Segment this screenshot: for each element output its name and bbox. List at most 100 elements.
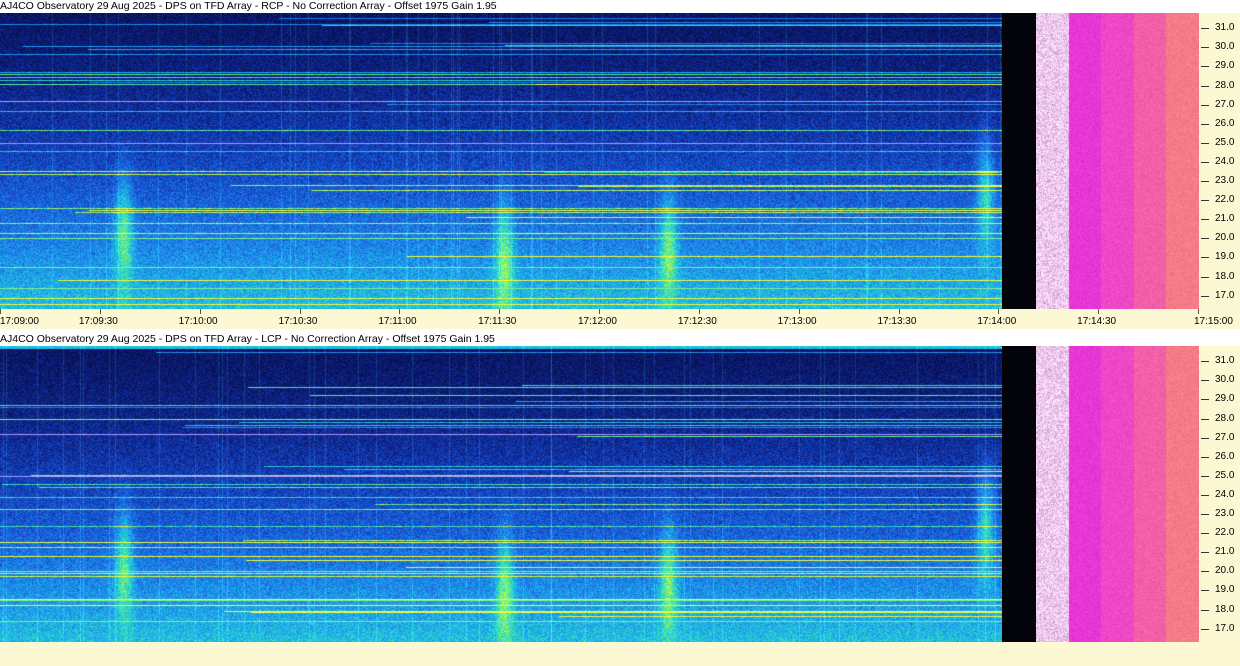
time-tick [1098,309,1100,314]
freq-tick-label: 26.0 [1215,117,1235,129]
freq-tick-label: 20.0 [1215,565,1235,577]
freq-tick-label: 25.0 [1215,136,1235,148]
freq-tick-label: 17.0 [1215,622,1235,634]
freq-tick [1201,494,1209,496]
freq-tick [1201,257,1209,259]
time-axis: 17:09:00 17:09:30 17:10:00 17:10:30 17:11:00… [0,309,1240,329]
freq-tick [1201,47,1209,49]
freq-tick-label: 26.0 [1215,450,1235,462]
freq-tick [1201,104,1209,106]
time-tick [1198,309,1199,314]
time-tick [599,309,600,314]
freq-tick [1201,361,1209,363]
spectrogram-rcp [0,13,1002,309]
freq-tick-label: 17.0 [1215,289,1235,301]
freq-tick [1201,456,1209,458]
freq-tick-label: 18.0 [1215,603,1235,615]
time-tick-label: 17:14:00 [977,316,1017,327]
time-tick [299,309,301,314]
time-tick [499,309,501,314]
freq-tick [1201,571,1209,573]
freq-tick-label: 19.0 [1215,584,1235,596]
freq-tick-label: 23.0 [1215,508,1235,520]
freq-tick [1201,590,1209,592]
freq-tick [1201,200,1209,202]
lcp-panel: AJ4CO Observatory 29 Aug 2025 - DPS on T… [0,333,1240,666]
time-tick [0,309,1,314]
time-tick [199,309,201,314]
time-tick-label: 17:12:00 [578,316,617,327]
freq-tick [1201,161,1209,163]
dark-strip [1002,346,1036,642]
time-tick-label: 17:10:30 [278,316,318,327]
freq-tick-label: 27.0 [1215,98,1235,110]
freq-tick-label: 24.0 [1215,155,1235,167]
freq-tick [1201,142,1209,144]
dark-strip [1002,13,1036,309]
spectrogram-lcp [0,346,1002,642]
freq-tick [1201,399,1209,401]
time-tick [99,309,101,314]
freq-tick-label: 22.0 [1215,194,1235,206]
time-tick-label: 17:13:30 [877,316,917,327]
freq-tick [1201,28,1209,30]
time-tick-label: 17:10:00 [178,316,218,327]
freq-tick [1201,181,1209,183]
freq-axis-lcp: 31.0 30.0 29.0 28.0 27.0 26.0 25.0 24.0 23.0 22.0… [1199,346,1240,642]
colorbar-rcp [1036,13,1199,309]
time-tick-label: 17:15:00 [1194,316,1233,327]
freq-tick-label: 30.0 [1215,41,1235,53]
freq-tick-label: 31.0 [1215,355,1235,367]
colorbar-lcp [1036,346,1199,642]
freq-tick [1201,628,1209,630]
time-tick [698,309,700,314]
freq-tick-label: 28.0 [1215,412,1235,424]
panel-title: AJ4CO Observatory 29 Aug 2025 - DPS on T… [0,0,1240,13]
freq-tick [1201,475,1209,477]
freq-tick [1201,238,1209,240]
freq-tick-label: 22.0 [1215,527,1235,539]
time-tick-label: 17:11:30 [478,316,517,327]
time-tick [898,309,900,314]
freq-tick-label: 24.0 [1215,488,1235,500]
freq-axis-rcp: 31.0 30.0 29.0 28.0 27.0 26.0 25.0 24.0 23.0 22.0… [1199,13,1240,309]
freq-tick [1201,123,1209,125]
freq-tick-label: 31.0 [1215,22,1235,34]
freq-tick-label: 29.0 [1215,393,1235,405]
time-tick-label: 17:13:00 [777,316,817,327]
freq-tick [1201,418,1209,420]
freq-tick-label: 20.0 [1215,232,1235,244]
time-tick-label: 17:14:30 [1077,316,1117,327]
freq-tick [1201,514,1209,516]
time-tick-label: 17:11:00 [378,316,417,327]
freq-tick-label: 19.0 [1215,251,1235,263]
freq-tick-label: 23.0 [1215,175,1235,187]
time-tick [399,309,401,314]
freq-tick [1201,276,1209,278]
time-tick-label: 17:09:00 [0,316,39,327]
freq-tick [1201,533,1209,535]
freq-tick [1201,85,1209,87]
freq-tick [1201,219,1209,221]
bottom-strip [0,642,1240,666]
rcp-panel: AJ4CO Observatory 29 Aug 2025 - DPS on T… [0,0,1240,329]
freq-tick-label: 21.0 [1215,213,1235,225]
freq-tick-label: 27.0 [1215,431,1235,443]
freq-tick-label: 25.0 [1215,469,1235,481]
freq-tick [1201,380,1209,382]
freq-tick [1201,552,1209,554]
freq-tick-label: 30.0 [1215,374,1235,386]
freq-tick-label: 29.0 [1215,60,1235,72]
time-tick [798,309,800,314]
freq-tick [1201,295,1209,297]
time-tick-label: 17:09:30 [78,316,118,327]
time-tick-label: 17:12:30 [677,316,717,327]
freq-tick-label: 18.0 [1215,270,1235,282]
freq-tick [1201,437,1209,439]
freq-tick-label: 28.0 [1215,79,1235,91]
time-tick [998,309,1000,314]
freq-tick [1201,66,1209,68]
panel-title: AJ4CO Observatory 29 Aug 2025 - DPS on T… [0,333,1240,346]
freq-tick-label: 21.0 [1215,546,1235,558]
freq-tick [1201,609,1209,611]
